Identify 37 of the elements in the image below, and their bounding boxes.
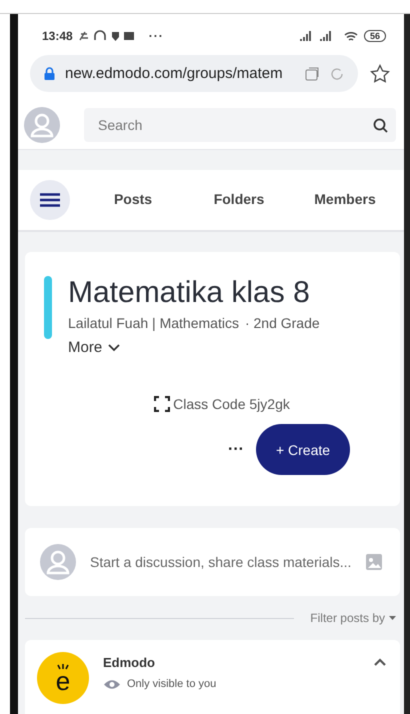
code-frame-icon [154, 396, 170, 412]
status-time: 13:48 [42, 29, 73, 43]
avatar-icon [40, 544, 76, 580]
teacher-subject: Lailatul Fuah | Mathematics [68, 315, 239, 331]
tab[interactable]: Folders [186, 185, 292, 215]
more-notifications: ··· [148, 29, 164, 43]
url-bar[interactable]: new.edmodo.com/groups/matem [30, 55, 358, 92]
caret-icon [389, 616, 396, 620]
search-bar[interactable]: Search [84, 108, 396, 142]
grade-label: · 2nd Grade [244, 315, 320, 331]
filter-dropdown[interactable]: Filter posts by [306, 611, 400, 625]
wifi-icon [344, 30, 358, 42]
notification-icons [78, 30, 135, 42]
more-actions-button[interactable]: ··· [222, 440, 250, 460]
post-author: Edmodo [103, 655, 155, 670]
search-icon[interactable] [373, 118, 388, 132]
menu-button[interactable] [30, 180, 70, 220]
visibility-label: Only visible to you [127, 678, 216, 690]
class-title: Matematika klas 8 [68, 276, 311, 310]
tabs-icon[interactable] [305, 66, 320, 80]
lock-icon [44, 67, 55, 80]
discussion-prompt[interactable]: Start a discussion, share class materials... [90, 554, 352, 570]
create-button[interactable]: + Create [256, 424, 350, 475]
rays-icon [56, 664, 70, 670]
chevron-up-icon[interactable] [374, 658, 386, 666]
battery-indicator: 56 [364, 30, 386, 42]
more-button[interactable]: More [68, 339, 120, 356]
edmodo-logo: e [37, 652, 89, 704]
tab[interactable]: Members [292, 185, 398, 215]
eye-icon [103, 678, 121, 690]
class-code[interactable]: Class Code 5jy2gk [173, 396, 290, 412]
chevron-down-icon [108, 344, 120, 352]
accent-bar [44, 276, 52, 339]
menu-icon [40, 193, 60, 207]
tab[interactable]: Posts [80, 185, 186, 215]
star-icon[interactable] [370, 64, 390, 84]
search-input[interactable]: Search [96, 116, 373, 134]
